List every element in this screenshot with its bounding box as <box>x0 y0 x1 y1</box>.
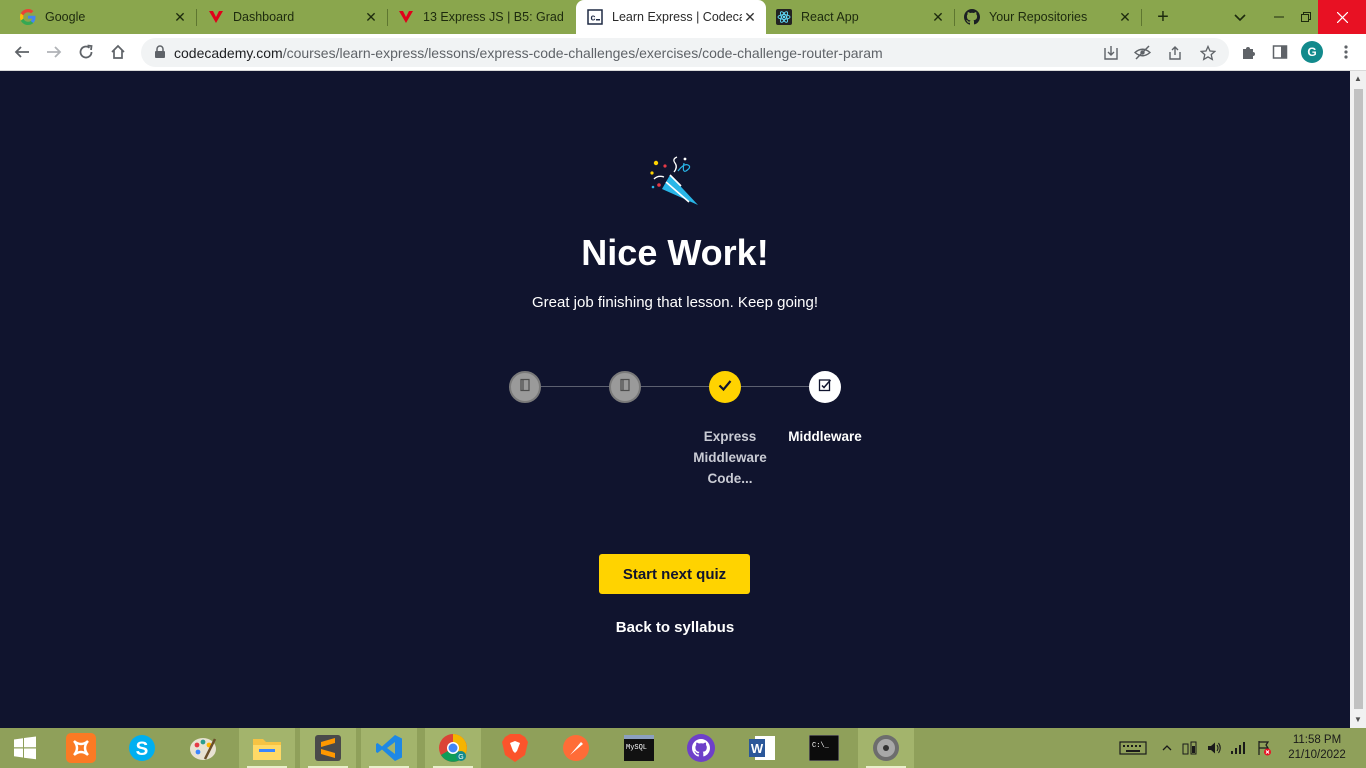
tab-title: Your Repositories <box>989 10 1088 24</box>
touch-keyboard-icon[interactable] <box>1119 740 1147 756</box>
progress-step-2[interactable] <box>609 371 641 403</box>
close-tab-icon[interactable]: ✕ <box>172 9 188 25</box>
svg-text:W: W <box>751 741 764 756</box>
media-player-icon[interactable] <box>858 728 914 768</box>
svg-text:S: S <box>136 739 149 760</box>
svg-text:MySQL: MySQL <box>626 744 647 752</box>
windows-taskbar: S G MySQL W C:\_ 11:58 PM 21/10/2022 <box>0 728 1366 768</box>
book-icon <box>618 378 632 397</box>
xampp-icon[interactable] <box>53 728 109 768</box>
start-next-quiz-button[interactable]: Start next quiz <box>599 554 750 594</box>
lock-icon[interactable] <box>153 45 167 59</box>
share-icon[interactable] <box>1166 44 1183 61</box>
network-signal-icon[interactable] <box>1230 740 1246 756</box>
page-title: Nice Work! <box>581 232 769 273</box>
tab-dashboard[interactable]: Dashboard ✕ <box>197 0 387 34</box>
minimize-button[interactable] <box>1264 0 1294 34</box>
browser-toolbar: codecademy.com/courses/learn-express/les… <box>0 34 1366 71</box>
tab-title: Dashboard <box>233 10 295 24</box>
tab-title: 13 Express JS | B5: Grad <box>423 10 564 24</box>
windows-start-icon[interactable] <box>0 728 50 768</box>
scroll-up-arrow-icon[interactable]: ▲ <box>1354 75 1362 83</box>
volume-icon[interactable] <box>1206 740 1222 756</box>
react-icon <box>776 9 792 25</box>
skype-icon[interactable]: S <box>114 728 170 768</box>
scroll-down-arrow-icon[interactable]: ▼ <box>1354 716 1362 724</box>
tab-strip: Google ✕ Dashboard ✕ 13 Express JS | B5:… <box>0 0 1366 34</box>
chrome-icon[interactable]: G <box>425 728 481 768</box>
tab-google[interactable]: Google ✕ <box>0 0 196 34</box>
svg-text:c: c <box>591 13 596 23</box>
url-text: codecademy.com/courses/learn-express/les… <box>174 45 883 61</box>
vercel-logo-icon <box>398 9 414 25</box>
close-window-button[interactable] <box>1318 0 1366 34</box>
new-tab-button[interactable]: + <box>1153 7 1173 27</box>
tab-your-repositories[interactable]: Your Repositories ✕ <box>955 0 1141 34</box>
svg-text:C:\_: C:\_ <box>812 742 830 750</box>
notification-flag-icon[interactable] <box>1256 740 1272 756</box>
url-host: codecademy.com <box>174 45 283 61</box>
clock-date: 21/10/2022 <box>1288 749 1346 761</box>
mysql-console-icon[interactable]: MySQL <box>611 728 667 768</box>
vscode-icon[interactable] <box>361 728 417 768</box>
close-tab-icon[interactable]: ✕ <box>742 9 758 25</box>
browser-menu-icon[interactable] <box>1337 43 1355 61</box>
progress-step-4-label: Middleware <box>788 429 862 444</box>
forward-button[interactable] <box>44 42 64 62</box>
svg-text:G: G <box>458 754 463 761</box>
close-tab-icon[interactable]: ✕ <box>363 9 379 25</box>
tab-express-js[interactable]: 13 Express JS | B5: Grad <box>388 0 576 34</box>
check-icon <box>717 377 733 398</box>
quiz-icon <box>817 377 833 398</box>
side-panel-icon[interactable] <box>1271 43 1289 61</box>
profile-avatar[interactable]: G <box>1301 41 1323 63</box>
system-clock[interactable]: 11:58 PM 21/10/2022 <box>1282 733 1352 763</box>
codecademy-icon: c <box>587 9 603 25</box>
tab-learn-express[interactable]: c Learn Express | Codecad ✕ <box>576 0 766 34</box>
progress-track <box>541 386 809 387</box>
github-icon <box>964 9 980 25</box>
back-button[interactable] <box>12 42 32 62</box>
tab-title: Google <box>45 10 86 24</box>
tab-react-app[interactable]: React App ✕ <box>766 0 954 34</box>
home-button[interactable] <box>108 42 128 62</box>
word-icon[interactable]: W <box>734 728 790 768</box>
scrollbar-thumb[interactable] <box>1354 89 1363 709</box>
clock-time: 11:58 PM <box>1292 734 1342 746</box>
page-subtitle: Great job finishing that lesson. Keep go… <box>531 294 819 311</box>
postman-icon[interactable] <box>548 728 604 768</box>
eye-off-icon[interactable] <box>1134 44 1151 61</box>
brave-icon[interactable] <box>487 728 543 768</box>
tab-separator <box>1141 9 1142 26</box>
vercel-logo-icon <box>208 9 224 25</box>
url-path: /courses/learn-express/lessons/express-c… <box>282 45 883 61</box>
tab-search-chevron-icon[interactable] <box>1232 9 1248 25</box>
restore-button[interactable] <box>1294 0 1318 34</box>
progress-step-4[interactable] <box>809 371 841 403</box>
address-bar[interactable]: codecademy.com/courses/learn-express/les… <box>141 38 1229 67</box>
extensions-puzzle-icon[interactable] <box>1239 43 1257 61</box>
file-explorer-icon[interactable] <box>239 728 295 768</box>
party-popper-icon <box>648 155 700 207</box>
back-to-syllabus-link[interactable]: Back to syllabus <box>575 619 775 636</box>
tab-title: Learn Express | Codecad <box>612 10 742 24</box>
sublime-text-icon[interactable] <box>300 728 356 768</box>
battery-icon[interactable] <box>1182 740 1198 756</box>
book-icon <box>518 378 532 397</box>
google-icon <box>20 9 36 25</box>
bookmark-star-icon[interactable] <box>1199 44 1216 61</box>
close-tab-icon[interactable]: ✕ <box>930 9 946 25</box>
progress-step-3-label: Express Middleware Code... <box>693 429 767 486</box>
paint-icon[interactable] <box>175 728 231 768</box>
progress-step-1[interactable] <box>509 371 541 403</box>
page-scrollbar[interactable]: ▲ ▼ <box>1350 71 1366 728</box>
show-hidden-icons-chevron-icon[interactable] <box>1159 740 1175 756</box>
cmd-icon[interactable]: C:\_ <box>796 728 852 768</box>
tab-title: React App <box>801 10 859 24</box>
progress-step-3[interactable] <box>709 371 741 403</box>
github-desktop-icon[interactable] <box>673 728 729 768</box>
reload-button[interactable] <box>76 42 96 62</box>
install-app-icon[interactable] <box>1102 44 1119 61</box>
close-tab-icon[interactable]: ✕ <box>1117 9 1133 25</box>
